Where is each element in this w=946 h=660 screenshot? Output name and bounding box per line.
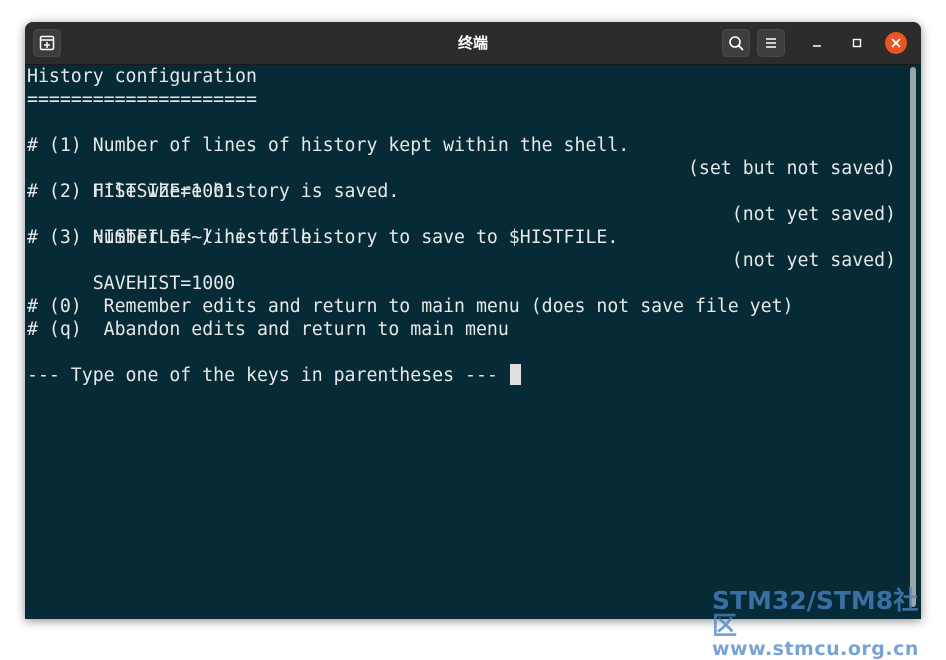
close-button[interactable] xyxy=(885,32,907,54)
watermark-title: STM32/STM8社区 xyxy=(712,586,919,640)
maximize-button[interactable] xyxy=(846,32,868,54)
search-icon xyxy=(729,36,744,51)
title-bar: 终端 xyxy=(25,22,921,65)
menu-button[interactable] xyxy=(757,29,785,57)
minimize-button[interactable] xyxy=(806,32,828,54)
minimize-icon xyxy=(813,45,821,47)
option-remember: # (0) Remember edits and return to main … xyxy=(27,296,794,317)
close-icon xyxy=(891,38,901,48)
watermark-url: www.stmcu.org.cn xyxy=(712,638,919,660)
heading-underline: ===================== xyxy=(27,89,257,110)
scrollbar[interactable] xyxy=(910,67,916,607)
terminal-window: 终端 History configuration ===============… xyxy=(25,22,921,619)
histfile-line: HISTFILE=~/.histfile (not yet saved) xyxy=(27,203,909,248)
savehist-line: SAVEHIST=1000 (not yet saved) xyxy=(27,249,909,294)
prompt-line: --- Type one of the keys in parentheses … xyxy=(27,364,909,387)
histsize-line: HISTSIZE=1001 (set but not saved) xyxy=(27,157,909,202)
prompt-text: --- Type one of the keys in parentheses … xyxy=(27,365,509,386)
watermark: STM32/STM8社区 www.stmcu.org.cn xyxy=(712,588,942,659)
maximize-icon xyxy=(852,38,862,48)
histfile-status: (not yet saved) xyxy=(731,204,896,225)
histfile-comment: # (2) File where history is saved. xyxy=(27,181,400,202)
histsize-comment: # (1) Number of lines of history kept wi… xyxy=(27,135,630,156)
terminal-output[interactable]: History configuration ==================… xyxy=(25,65,909,619)
hamburger-menu-icon xyxy=(766,38,776,48)
text-cursor xyxy=(509,364,521,385)
window-title: 终端 xyxy=(457,34,488,52)
search-button[interactable] xyxy=(722,29,750,57)
savehist-status: (not yet saved) xyxy=(731,250,896,271)
option-abandon: # (q) Abandon edits and return to main m… xyxy=(27,319,509,340)
histsize-status: (set but not saved) xyxy=(687,158,896,179)
heading-line: History configuration xyxy=(27,66,257,87)
savehist-comment: # (3) Number of lines of history to save… xyxy=(27,227,619,248)
